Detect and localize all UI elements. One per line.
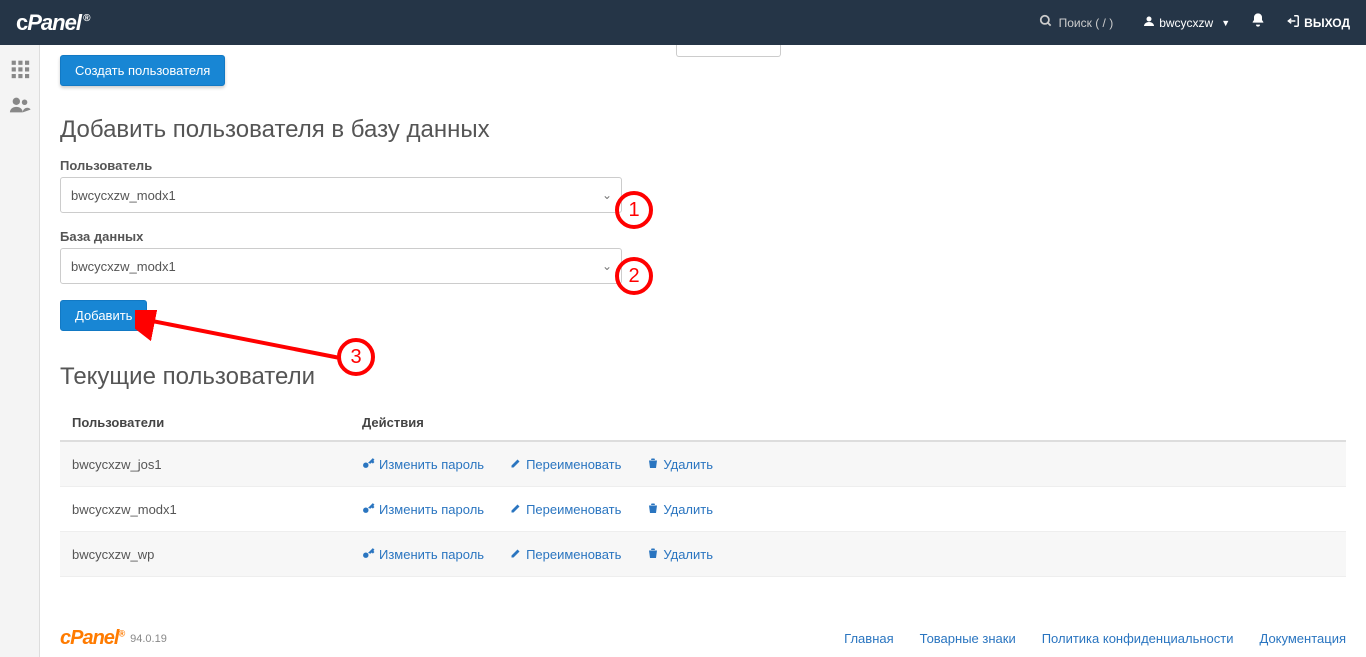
collapsed-panel-tab[interactable] [676,45,781,57]
current-users-heading: Текущие пользователи [60,363,1346,391]
change-password-link[interactable]: Изменить пароль [362,456,484,472]
col-users-header: Пользователи [60,405,350,441]
sidebar-users-icon[interactable] [6,91,34,119]
delete-link[interactable]: Удалить [647,457,713,472]
footer-home-link[interactable]: Главная [844,631,893,646]
rename-link[interactable]: Переименовать [510,502,621,517]
actions-cell: Изменить пароль Переименовать Удалить [350,487,1346,532]
username-text: bwcycxzw [1159,16,1213,30]
key-icon [362,546,375,562]
logout-button[interactable]: ВЫХОД [1286,14,1350,31]
top-navbar: cPanel® Поиск ( / ) bwcycxzw ▼ ВЫХОД [0,0,1366,45]
cpanel-footer-logo: cPanel® [60,627,124,650]
user-select[interactable]: bwcycxzw_modx1 [60,177,622,213]
actions-cell: Изменить пароль Переименовать Удалить [350,441,1346,487]
footer-privacy-link[interactable]: Политика конфиденциальности [1042,631,1234,646]
change-password-link[interactable]: Изменить пароль [362,546,484,562]
logout-label: ВЫХОД [1304,16,1350,30]
actions-cell: Изменить пароль Переименовать Удалить [350,532,1346,577]
pencil-icon [510,502,522,517]
user-cell: bwcycxzw_jos1 [60,441,350,487]
delete-link[interactable]: Удалить [647,502,713,517]
pencil-icon [510,547,522,562]
footer-docs-link[interactable]: Документация [1260,631,1347,646]
user-menu[interactable]: bwcycxzw ▼ [1143,15,1230,30]
notifications-button[interactable] [1250,12,1266,33]
trash-icon [647,547,659,562]
col-actions-header: Действия [350,405,1346,441]
footer: cPanel® 94.0.19 Главная Товарные знаки П… [60,617,1346,657]
cpanel-logo: cPanel® [16,10,89,36]
create-user-button[interactable]: Создать пользователя [60,55,225,86]
key-icon [362,501,375,517]
database-select-label: База данных [60,229,1346,244]
main-content: Создать пользователя Добавить пользовате… [40,45,1366,657]
user-icon [1143,15,1155,30]
delete-link[interactable]: Удалить [647,547,713,562]
footer-version: 94.0.19 [130,633,167,645]
trash-icon [647,502,659,517]
user-cell: bwcycxzw_wp [60,532,350,577]
user-select-label: Пользователь [60,158,1346,173]
search-button[interactable]: Поиск ( / ) [1039,14,1114,31]
search-placeholder-text: Поиск ( / ) [1059,16,1114,30]
user-cell: bwcycxzw_modx1 [60,487,350,532]
rename-link[interactable]: Переименовать [510,547,621,562]
add-user-heading: Добавить пользователя в базу данных [60,116,1346,144]
search-icon [1039,14,1053,31]
key-icon [362,456,375,472]
rename-link[interactable]: Переименовать [510,457,621,472]
table-row: bwcycxzw_modx1 Изменить пароль Переименова… [60,487,1346,532]
left-sidebar [0,45,40,657]
database-select[interactable]: bwcycxzw_modx1 [60,248,622,284]
logout-icon [1286,14,1300,31]
pencil-icon [510,457,522,472]
footer-trademarks-link[interactable]: Товарные знаки [920,631,1016,646]
sidebar-apps-icon[interactable] [6,55,34,83]
current-users-table: Пользователи Действия bwcycxzw_jos1Измен… [60,405,1346,577]
trash-icon [647,457,659,472]
table-row: bwcycxzw_wp Изменить пароль Переименовать У… [60,532,1346,577]
chevron-down-icon: ▼ [1221,18,1230,28]
table-row: bwcycxzw_jos1 Изменить пароль Переименоват… [60,441,1346,487]
add-button[interactable]: Добавить [60,300,147,331]
change-password-link[interactable]: Изменить пароль [362,501,484,517]
